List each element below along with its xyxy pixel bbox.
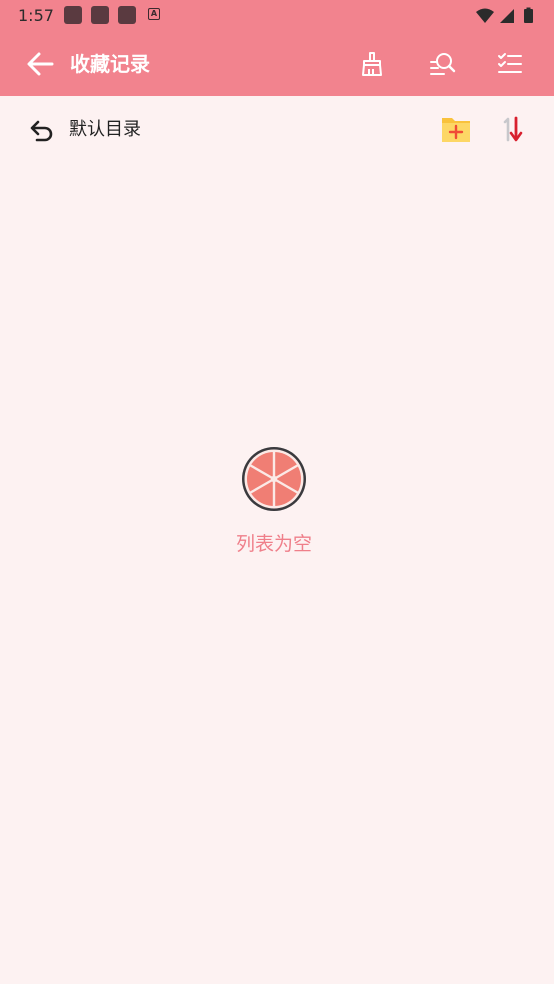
favorites-screen: 1:57 A 收藏记录 默认目录 列表为空	[0, 0, 554, 984]
wifi-icon	[476, 8, 494, 23]
status-bar: 1:57 A	[0, 0, 554, 32]
notification-icon	[91, 6, 109, 24]
app-bar: 收藏记录	[0, 32, 554, 96]
page-title: 收藏记录	[70, 52, 150, 76]
signal-icon	[500, 9, 514, 23]
undo-icon[interactable]	[28, 118, 56, 144]
back-arrow-icon[interactable]	[22, 48, 58, 80]
empty-list-message: 列表为空	[235, 533, 312, 555]
battery-icon	[524, 9, 533, 23]
notification-icon	[118, 6, 136, 24]
notification-icon	[64, 6, 82, 24]
status-icons	[476, 7, 533, 23]
current-folder-label[interactable]: 默认目录	[69, 118, 141, 142]
folder-row: 默认目录	[0, 96, 554, 164]
checklist-icon[interactable]	[496, 50, 524, 78]
add-folder-icon[interactable]	[440, 114, 472, 144]
status-time: 1:57	[18, 6, 54, 25]
broom-icon[interactable]	[358, 50, 386, 78]
notification-a-icon: A	[148, 8, 160, 20]
search-list-icon[interactable]	[428, 50, 456, 78]
sort-icon[interactable]	[498, 114, 528, 144]
grapefruit-icon	[242, 447, 306, 511]
